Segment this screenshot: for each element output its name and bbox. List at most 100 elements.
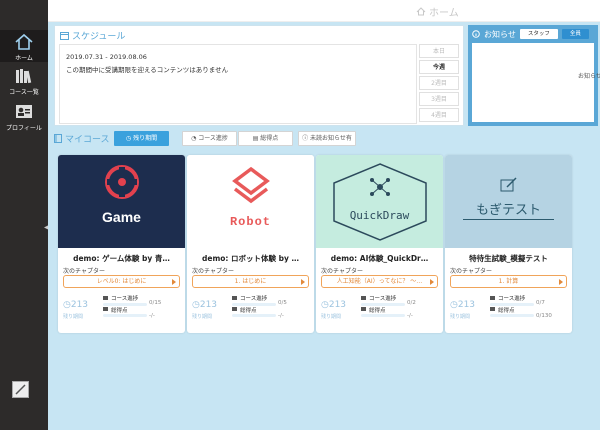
breadcrumb: ホーム: [416, 4, 459, 19]
schedule-range: 2019.07.31 - 2019.08.06: [66, 53, 147, 61]
sidebar-item-label: ホーム: [15, 55, 33, 62]
score-value: -/-: [407, 313, 413, 319]
filter-remaining[interactable]: ◷ 残り期間: [114, 131, 169, 146]
gamepad-icon: [105, 165, 139, 199]
sidebar-item-profile[interactable]: プロフィール: [0, 103, 48, 133]
progress-value: 0/7: [536, 300, 545, 306]
clock-icon: ◷: [125, 135, 132, 142]
score-icon: [103, 307, 108, 311]
score-bar: [490, 314, 534, 317]
sidebar: ホーム コース一覧 プロフィール ◀: [0, 0, 49, 430]
page-title: ホーム: [429, 8, 459, 19]
sidebar-item-label: プロフィール: [6, 125, 42, 132]
mycourse-title: マイコース: [54, 132, 110, 145]
progress-label: コース進捗: [369, 296, 397, 302]
tab-all[interactable]: 全員: [561, 29, 589, 39]
score-bar: [232, 314, 276, 317]
score-bar: [103, 314, 147, 317]
play-icon: [430, 279, 434, 285]
progress-icon: ◔: [191, 135, 197, 142]
info-icon: ⓘ: [302, 135, 309, 142]
pencil-icon[interactable]: [12, 381, 29, 398]
doc-icon: ▤: [252, 135, 259, 142]
next-chapter-button[interactable]: 人工知能（AI）ってなに？ ～…: [321, 275, 438, 288]
score-bar: [361, 314, 405, 317]
news-panel: お知らせ スタッフ 全員 お知らせ: [468, 25, 600, 126]
period-today[interactable]: 本日: [419, 44, 459, 58]
next-chapter-button[interactable]: 1. はじめに: [192, 275, 309, 288]
score-label: 総得点: [498, 308, 515, 314]
score-label: 総得点: [240, 308, 257, 314]
progress-icon: [490, 296, 495, 300]
progress-value: 0/2: [407, 300, 416, 306]
schedule-message: この期間中に受講期限を迎えるコンテンツはありません: [66, 66, 229, 74]
course-thumbnail: Game: [58, 155, 185, 248]
hexagon-frame-icon: [333, 163, 427, 241]
book-icon: [54, 134, 62, 143]
sidebar-item-home[interactable]: ホーム: [0, 30, 48, 62]
days-value: ◷213: [450, 300, 476, 310]
sidebar-item-label: コース一覧: [9, 89, 39, 96]
course-card[interactable]: Game demo: ゲーム体験 by 青… 次のチャプター レベル0: はじめ…: [58, 155, 185, 333]
thumbnail-text: Robot: [229, 215, 271, 229]
score-value: -/-: [278, 313, 284, 319]
progress-value: 0/5: [278, 300, 287, 306]
score-label: 総得点: [369, 308, 386, 314]
score-icon: [490, 307, 495, 311]
course-card[interactable]: QuickDraw demo: AI体験_QuickDr… 次のチャプター 人工…: [316, 155, 443, 333]
main-content: スケジュール 2019.07.31 - 2019.08.06 この期間中に受講期…: [48, 22, 600, 430]
course-thumbnail: もぎテスト: [445, 155, 572, 248]
days-label: 残り期間: [63, 314, 84, 320]
schedule-panel: スケジュール 2019.07.31 - 2019.08.06 この期間中に受講期…: [54, 25, 464, 126]
progress-value: 0/15: [149, 300, 162, 306]
course-thumbnail: QuickDraw: [316, 155, 443, 248]
top-bar: ホーム: [48, 0, 600, 22]
next-chapter-label: 次のチャプター: [321, 268, 363, 275]
thumbnail-underline: [463, 219, 554, 220]
days-value: ◷213: [63, 300, 89, 310]
course-card[interactable]: もぎテスト 特待生試験_模擬テスト 次のチャプター 1. 計算 ◷213 残り期…: [445, 155, 572, 333]
score-icon: [232, 307, 237, 311]
course-title: demo: AI体験_QuickDr…: [330, 254, 429, 263]
days-label: 残り期間: [450, 314, 471, 320]
course-card[interactable]: Robot demo: ロボット体験 by … 次のチャプター 1. はじめに …: [187, 155, 314, 333]
course-thumbnail: Robot: [187, 155, 314, 248]
filter-unread[interactable]: ⓘ 未読お知らせ有: [298, 131, 356, 146]
progress-icon: [232, 296, 237, 300]
edit-note-icon: [500, 177, 517, 192]
tab-staff[interactable]: スタッフ: [519, 29, 558, 39]
next-chapter-button[interactable]: 1. 計算: [450, 275, 567, 288]
books-icon: [16, 69, 32, 84]
score-value: 0/130: [536, 313, 552, 319]
course-title: demo: ロボット体験 by …: [201, 254, 299, 263]
play-icon: [301, 279, 305, 285]
filter-score[interactable]: ▤ 総得点: [238, 131, 293, 146]
calendar-icon: [60, 32, 69, 40]
thumbnail-text: もぎテスト: [475, 203, 541, 218]
next-chapter-button[interactable]: レベル0: はじめに: [63, 275, 180, 288]
score-icon: [361, 307, 366, 311]
course-title: 特待生試験_模擬テスト: [469, 254, 548, 263]
days-label: 残り期間: [321, 314, 342, 320]
progress-icon: [103, 296, 108, 300]
schedule-title: スケジュール: [60, 29, 125, 42]
schedule-body: 2019.07.31 - 2019.08.06 この期間中に受講期限を迎えるコン…: [59, 44, 417, 124]
period-week-3[interactable]: 3週目: [419, 92, 459, 106]
filter-progress[interactable]: ◔ コース進捗: [182, 131, 237, 146]
profile-icon: [16, 105, 32, 118]
period-this-week[interactable]: 今週: [419, 60, 459, 74]
course-title: demo: ゲーム体験 by 青…: [73, 254, 170, 263]
progress-icon: [361, 296, 366, 300]
home-icon: [416, 7, 426, 16]
period-week-4[interactable]: 4週目: [419, 108, 459, 122]
news-body: お知らせ: [578, 73, 600, 80]
progress-label: コース進捗: [111, 296, 139, 302]
info-icon: [472, 30, 480, 38]
score-label: 総得点: [111, 308, 128, 314]
next-chapter-label: 次のチャプター: [192, 268, 234, 275]
play-icon: [559, 279, 563, 285]
sidebar-item-courses[interactable]: コース一覧: [0, 67, 48, 97]
next-chapter-label: 次のチャプター: [63, 268, 105, 275]
news-header: お知らせ スタッフ 全員: [468, 25, 598, 43]
period-week-2[interactable]: 2週目: [419, 76, 459, 90]
